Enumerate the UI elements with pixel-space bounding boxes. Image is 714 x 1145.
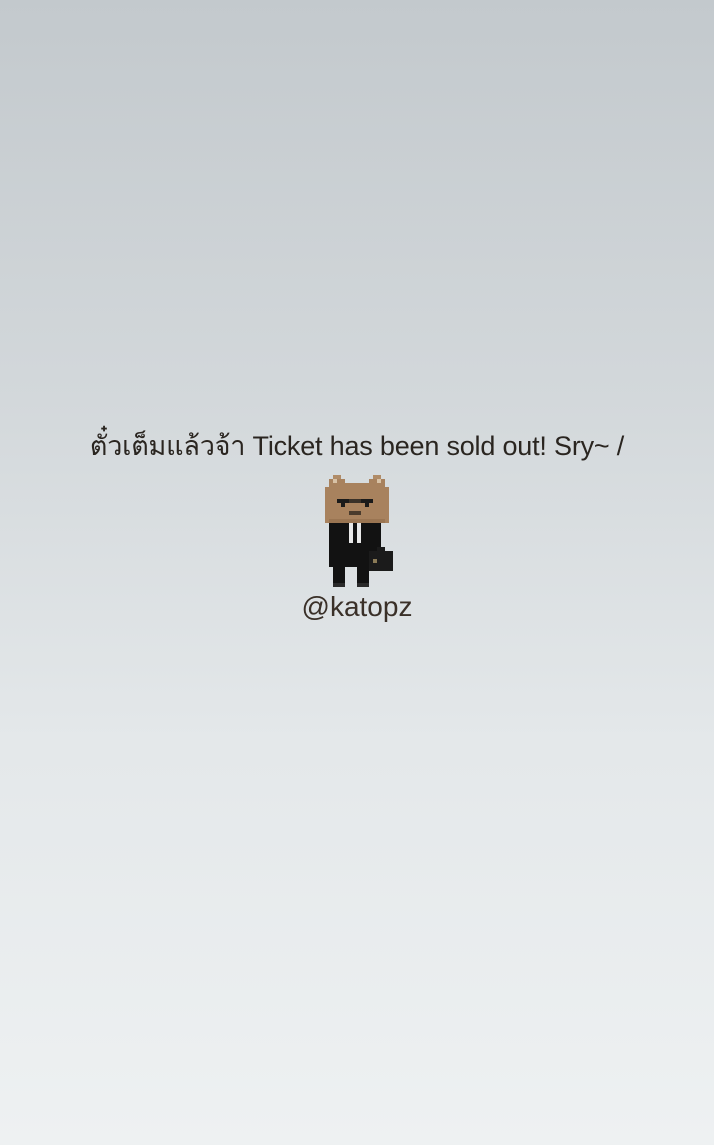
sold-out-message: ตั๋วเต็มแล้วจ้า Ticket has been sold out… bbox=[89, 431, 625, 461]
pixel-cat-businessman-icon bbox=[325, 475, 393, 587]
author-handle: @katopz bbox=[301, 591, 413, 622]
sold-out-notice: ตั๋วเต็มแล้วจ้า Ticket has been sold out… bbox=[0, 428, 714, 624]
